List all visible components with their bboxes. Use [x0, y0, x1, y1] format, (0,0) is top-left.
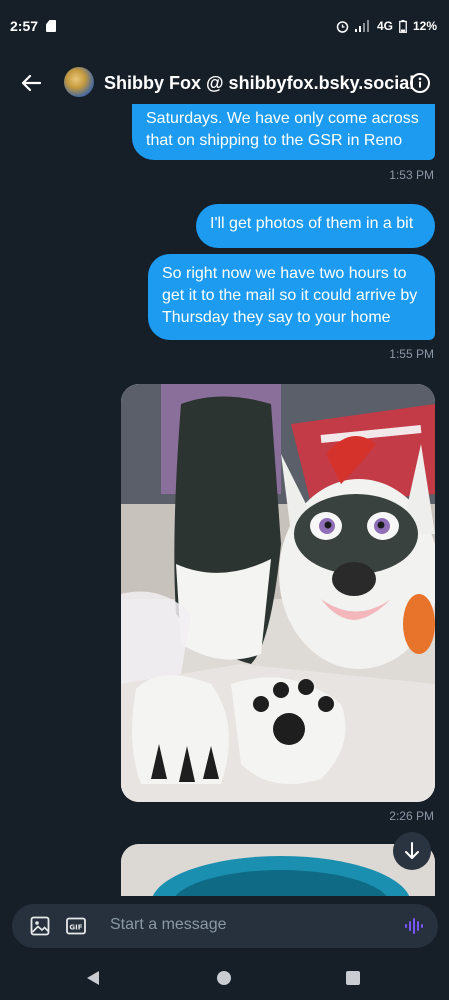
status-bar: 2:57 4G 12% — [0, 0, 449, 52]
message-timestamp: 2:26 PM — [389, 809, 434, 823]
back-button[interactable] — [18, 70, 44, 96]
fursuit-photo-image — [121, 384, 435, 802]
message-timestamp: 1:55 PM — [389, 347, 434, 361]
conversation-header: Shibby Fox @ shibbyfox.bsky.social — [0, 60, 449, 106]
message-composer: GIF Start a message — [12, 904, 438, 948]
nav-home-icon[interactable] — [217, 971, 231, 985]
message-photo[interactable] — [121, 384, 435, 802]
add-gif-button[interactable]: GIF — [66, 916, 86, 936]
message-timestamp: 1:53 PM — [389, 168, 434, 182]
status-time: 2:57 — [10, 18, 39, 34]
battery-level: 12% — [412, 19, 437, 33]
sim-card-icon — [46, 20, 57, 32]
scroll-to-bottom-button[interactable] — [393, 832, 431, 870]
second-photo-image — [121, 844, 435, 904]
nav-recents-icon[interactable] — [346, 971, 360, 985]
signal-icon — [354, 20, 369, 32]
gif-label: GIF — [69, 924, 82, 932]
alarm-icon — [336, 20, 349, 33]
voice-wave-icon — [405, 918, 423, 934]
message-bubble[interactable]: I'll get photos of them in a bit — [196, 204, 435, 248]
info-button[interactable] — [409, 72, 431, 94]
nav-back-icon[interactable] — [87, 971, 99, 985]
message-input[interactable]: Start a message — [110, 916, 227, 934]
info-icon — [410, 73, 430, 93]
message-photo[interactable] — [121, 844, 435, 904]
message-bubble[interactable]: So right now we have two hours to get it… — [148, 254, 435, 340]
battery-icon — [399, 19, 407, 33]
conversation-title[interactable]: Shibby Fox @ shibbyfox.bsky.social — [104, 73, 414, 94]
system-navigation-bar — [0, 958, 449, 1000]
arrow-down-icon — [405, 842, 419, 859]
avatar[interactable] — [64, 67, 94, 97]
message-bubble[interactable]: Saturdays. We have only come across that… — [132, 104, 435, 160]
gif-icon: GIF — [66, 917, 86, 935]
arrow-left-icon — [21, 74, 41, 92]
add-photo-button[interactable] — [30, 916, 50, 936]
voice-message-button[interactable] — [404, 916, 424, 936]
image-icon — [30, 916, 50, 936]
network-label: 4G — [376, 19, 393, 33]
